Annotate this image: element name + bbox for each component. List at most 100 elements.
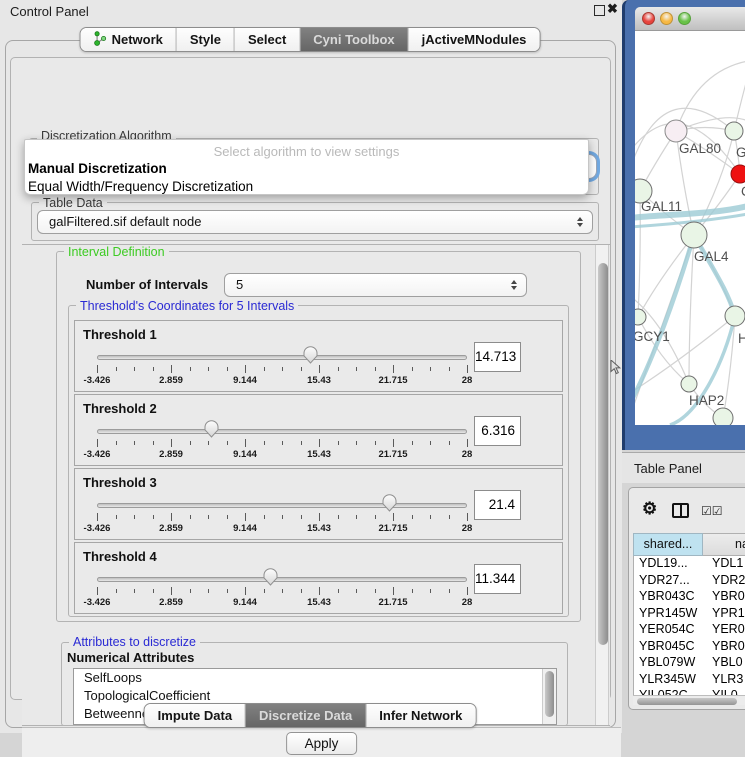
slider-track[interactable] <box>97 503 467 508</box>
cell-name: YBR0 <box>704 589 745 606</box>
slider-tick <box>412 515 413 519</box>
slider-tick-label: 9.144 <box>233 449 257 460</box>
slider-tick <box>393 513 394 521</box>
threshold-value-input[interactable]: 21.4 <box>474 490 521 520</box>
table-row[interactable]: YER054CYER0 <box>634 622 745 639</box>
tab-jactivemnodules[interactable]: jActiveMNodules <box>409 28 540 51</box>
slider-tick-label: -3.426 <box>84 523 111 534</box>
slider-tick <box>190 515 191 519</box>
menu-item-manual-discretization[interactable]: Manual Discretization <box>25 160 588 178</box>
slider-tick <box>153 367 154 371</box>
list-item-selfloops[interactable]: SelfLoops <box>74 669 556 687</box>
cell-name: YIL0 <box>704 688 745 695</box>
tab-select[interactable]: Select <box>235 28 300 51</box>
slider-tick <box>338 367 339 371</box>
cell-name: YDR2 <box>704 573 745 590</box>
slider-tick <box>467 439 468 447</box>
network-node-gal80[interactable] <box>665 120 687 142</box>
tab-impute-data[interactable]: Impute Data <box>145 704 246 727</box>
slider-track[interactable] <box>97 577 467 582</box>
cell-name: YBL0 <box>704 655 745 672</box>
slider-tick <box>227 367 228 371</box>
threshold-value-input[interactable]: 14.713 <box>474 342 521 372</box>
tab-style[interactable]: Style <box>177 28 235 51</box>
tab-infer-network[interactable]: Infer Network <box>366 704 475 727</box>
slider-tick <box>449 515 450 519</box>
close-traffic-light-icon[interactable] <box>642 12 655 25</box>
cell-shared-name: YBL079W <box>634 655 704 672</box>
slider-tick <box>393 439 394 447</box>
table-row[interactable]: YDR27...YDR2 <box>634 573 745 590</box>
table-panel-titlebar: Table Panel <box>622 452 745 483</box>
tab-label: Select <box>248 32 286 47</box>
threshold-label: Threshold 1 <box>83 327 157 342</box>
threshold-value-input[interactable]: 11.344 <box>474 564 521 594</box>
numerical-attributes-label: Numerical Attributes <box>67 650 194 665</box>
slider-tick-label: -3.426 <box>84 375 111 386</box>
slider-tick <box>264 515 265 519</box>
table-row[interactable]: YIL052CYIL0 <box>634 688 745 695</box>
slider-tick <box>208 441 209 445</box>
slider-thumb[interactable] <box>262 567 279 587</box>
slider-tick <box>356 589 357 593</box>
cell-shared-name: YDL19... <box>634 556 704 573</box>
slider-track[interactable] <box>97 355 467 360</box>
slider-tick <box>375 367 376 371</box>
network-node-c[interactable] <box>731 165 745 183</box>
network-node-gcy1[interactable] <box>635 309 646 325</box>
slider-tick <box>430 367 431 371</box>
zoom-traffic-light-icon[interactable] <box>678 12 691 25</box>
column-header-shared-name[interactable]: shared... <box>633 533 703 556</box>
gear-icon[interactable]: ⚙ <box>642 499 657 519</box>
slider-track[interactable] <box>97 429 467 434</box>
number-of-intervals-spinner[interactable]: 5 <box>224 273 527 297</box>
slider-tick <box>171 513 172 521</box>
network-node-hap2[interactable] <box>681 376 697 392</box>
slider-thumb[interactable] <box>381 493 398 513</box>
table-row[interactable]: YBR045CYBR0 <box>634 639 745 656</box>
network-icon <box>94 31 107 49</box>
tab-discretize-data[interactable]: Discretize Data <box>246 704 366 727</box>
tab-network[interactable]: Network <box>81 28 177 51</box>
slider-tick <box>375 441 376 445</box>
slider-thumb[interactable] <box>302 345 319 365</box>
network-node-gal4[interactable] <box>681 222 707 248</box>
apply-row: Apply <box>22 727 621 757</box>
slider-tick <box>264 589 265 593</box>
slider-tick <box>338 515 339 519</box>
network-node-label: C <box>741 184 745 199</box>
float-window-icon[interactable] <box>594 5 605 16</box>
table-row[interactable]: YPR145WYPR1 <box>634 606 745 623</box>
table-row[interactable]: YDL19...YDL1 <box>634 556 745 573</box>
table-horizontal-scrollbar[interactable] <box>633 695 745 705</box>
checkbox-icons[interactable]: ☑☑ <box>701 504 723 518</box>
table-row[interactable]: YLR345WYLR3 <box>634 672 745 689</box>
slider-tick <box>134 441 135 445</box>
slider-tick <box>134 515 135 519</box>
slider-tick-label: 21.715 <box>378 375 407 386</box>
tab-cyni-toolbox[interactable]: Cyni Toolbox <box>300 28 408 51</box>
slider-tick <box>171 587 172 595</box>
split-pane-icon[interactable] <box>672 503 689 518</box>
slider-tick <box>319 439 320 447</box>
threshold-value-input[interactable]: 6.316 <box>474 416 521 446</box>
network-node[interactable] <box>713 408 733 425</box>
cell-shared-name: YBR045C <box>634 639 704 656</box>
slider-tick-label: 21.715 <box>378 449 407 460</box>
slider-tick <box>97 513 98 521</box>
table-row[interactable]: YBR043CYBR0 <box>634 589 745 606</box>
main-vertical-scrollbar[interactable] <box>595 245 609 725</box>
network-node-h[interactable] <box>725 306 745 326</box>
list-scrollbar[interactable] <box>542 669 556 724</box>
slider-thumb[interactable] <box>203 419 220 439</box>
table-data-select[interactable]: galFiltered.sif default node <box>37 210 593 234</box>
network-node-ga[interactable] <box>725 122 743 140</box>
table-row[interactable]: YBL079WYBL0 <box>634 655 745 672</box>
minimize-traffic-light-icon[interactable] <box>660 12 673 25</box>
column-header-name[interactable]: na <box>703 533 745 556</box>
apply-button[interactable]: Apply <box>286 732 358 755</box>
network-canvas[interactable]: GAL80GACGAL11GAL4GCY1HHAP2 <box>635 31 745 425</box>
menu-item-equal-width-frequency-discretization[interactable]: Equal Width/Frequency Discretization <box>25 178 588 196</box>
slider-tick <box>245 587 246 595</box>
close-icon[interactable]: ✖ <box>607 1 618 17</box>
